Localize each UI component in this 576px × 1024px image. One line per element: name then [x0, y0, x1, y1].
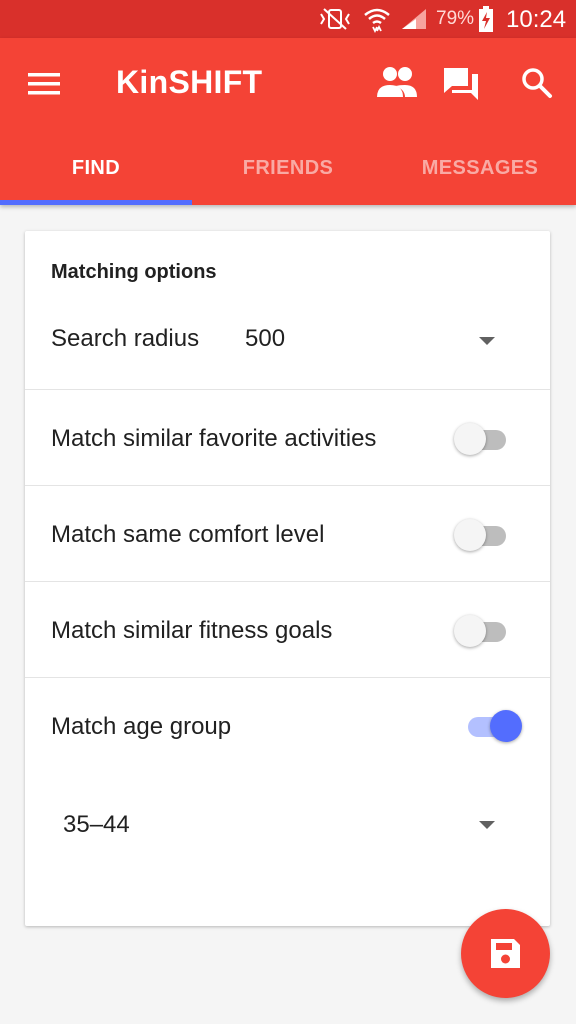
switch-thumb	[454, 615, 486, 647]
age-group-dropdown[interactable]: 35–44	[51, 801, 535, 851]
mute-vibrate-icon	[320, 8, 350, 30]
save-fab[interactable]	[461, 909, 550, 998]
app-bar: KinSHIFT FIND FRIENDS MESSAGES	[0, 38, 576, 205]
divider	[25, 677, 550, 678]
chat-button[interactable]	[438, 60, 484, 106]
chevron-down-icon	[479, 337, 495, 345]
toggle-label-fitness: Match similar fitness goals	[51, 617, 333, 644]
toggle-label-comfort: Match same comfort level	[51, 521, 325, 548]
people-icon	[377, 67, 417, 97]
hamburger-menu-icon	[28, 73, 60, 95]
app-title: KinSHIFT	[116, 64, 263, 100]
divider	[25, 485, 550, 486]
status-bar: 79% 10:24	[0, 0, 576, 38]
switch-comfort-level[interactable]	[454, 517, 514, 553]
section-title: Matching options	[51, 261, 217, 283]
switch-thumb	[490, 710, 522, 742]
chat-icon	[444, 68, 478, 100]
tab-indicator	[0, 200, 192, 205]
search-radius-value: 500	[245, 325, 286, 352]
wifi-icon	[364, 8, 390, 33]
menu-button[interactable]	[22, 62, 66, 106]
search-button[interactable]	[514, 60, 560, 106]
switch-thumb	[454, 519, 486, 551]
tab-find[interactable]: FIND	[0, 144, 192, 205]
divider	[25, 581, 550, 582]
search-radius-dropdown[interactable]: 500	[235, 315, 535, 365]
signal-icon	[402, 9, 426, 29]
switch-favorite-activities[interactable]	[454, 421, 514, 457]
people-button[interactable]	[374, 60, 420, 106]
search-icon	[522, 68, 552, 98]
battery-charging-icon	[479, 6, 493, 32]
switch-thumb	[454, 423, 486, 455]
switch-fitness-goals[interactable]	[454, 613, 514, 649]
matching-options-card: Matching options Search radius 500 Match…	[25, 231, 550, 926]
age-group-value: 35–44	[63, 811, 130, 838]
tab-friends[interactable]: FRIENDS	[192, 144, 384, 205]
divider	[25, 389, 550, 390]
battery-percent: 79%	[436, 8, 475, 29]
switch-age-group[interactable]	[462, 708, 522, 744]
chevron-down-icon	[479, 821, 495, 829]
toggle-label-age-group: Match age group	[51, 713, 232, 740]
search-radius-label: Search radius	[51, 325, 200, 352]
toggle-label-activities: Match similar favorite activities	[51, 425, 377, 452]
tab-messages[interactable]: MESSAGES	[384, 144, 576, 205]
tab-bar: FIND FRIENDS MESSAGES	[0, 144, 576, 205]
clock: 10:24	[506, 6, 567, 33]
save-icon	[491, 939, 520, 968]
